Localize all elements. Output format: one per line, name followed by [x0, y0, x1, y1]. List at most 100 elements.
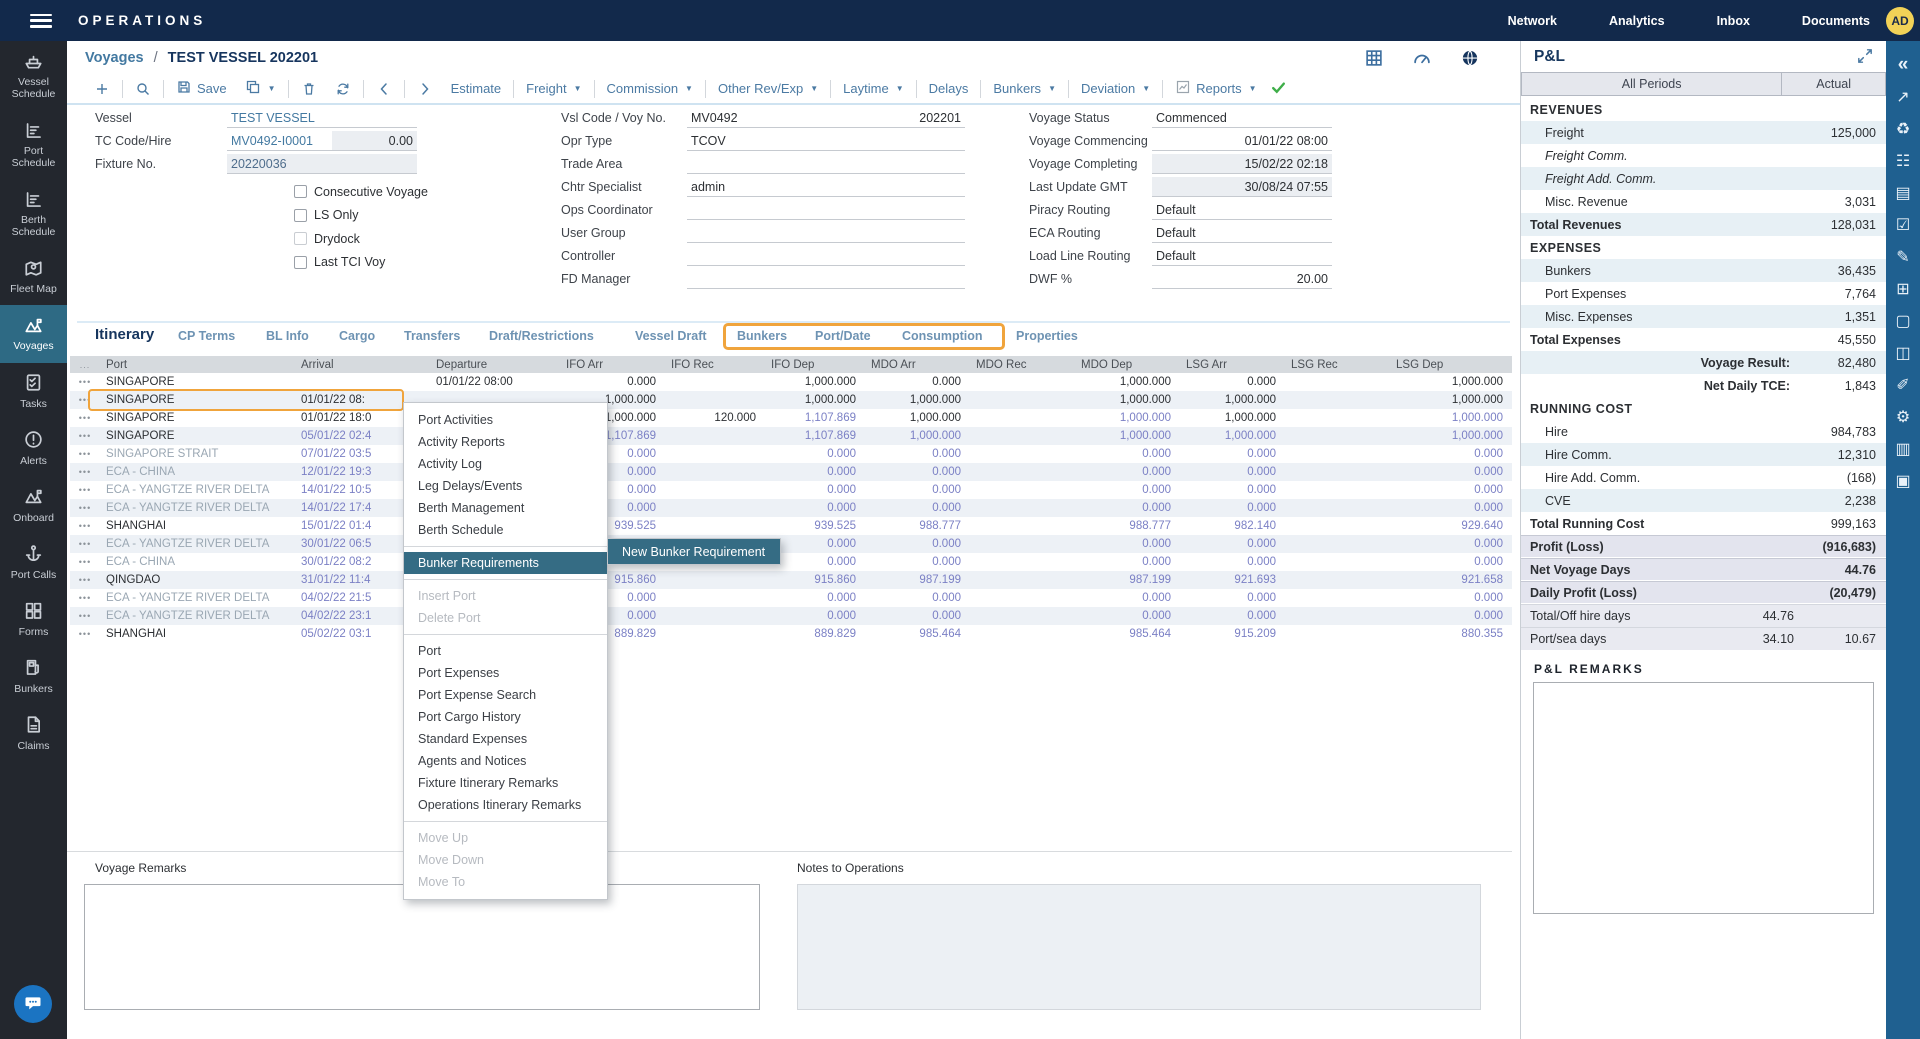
sidebar-item-port-calls[interactable]: Port Calls [0, 534, 67, 591]
globe-icon[interactable] [1460, 48, 1480, 68]
settings-icon[interactable]: ⚙ [1891, 410, 1915, 426]
contact-card-icon[interactable]: ◫ [1891, 346, 1915, 362]
field-input[interactable]: Default [1152, 246, 1242, 266]
column-header-arrival[interactable]: Arrival [295, 359, 430, 371]
column-header-lsg-rec[interactable]: LSG Rec [1285, 359, 1390, 371]
menu-item-agents-and-notices[interactable]: Agents and Notices [404, 750, 607, 772]
itinerary-row[interactable]: •••QINGDAO31/01/22 11:4915.860915.860987… [70, 571, 1512, 589]
column-header-ifo-arr[interactable]: IFO Arr [560, 359, 665, 371]
tab-bl-info[interactable]: BL Info [266, 329, 309, 343]
delays-button[interactable]: Delays [920, 81, 978, 96]
breadcrumb-voyages-link[interactable]: Voyages [85, 50, 144, 66]
field-input[interactable]: MV0492 [687, 108, 826, 128]
apps-grid-icon[interactable]: ⊞ [1891, 282, 1915, 298]
add-button[interactable] [85, 81, 119, 97]
save-button[interactable]: Save [167, 79, 236, 98]
reports-menu-button[interactable]: Reports▼ [1166, 79, 1265, 98]
tab-transfers[interactable]: Transfers [404, 329, 460, 343]
checkbox-ls-only[interactable]: LS Only [294, 204, 428, 228]
row-menu-button[interactable]: ••• [70, 629, 100, 639]
menu-item-port-cargo-history[interactable]: Port Cargo History [404, 706, 607, 728]
tab-consumption[interactable]: Consumption [902, 329, 983, 343]
column-header-row-menu[interactable]: ... [70, 360, 100, 370]
laytime-menu-button[interactable]: Laytime▼ [834, 81, 912, 96]
crane-icon[interactable]: ▣ [1891, 474, 1915, 490]
row-menu-button[interactable]: ••• [70, 377, 100, 387]
freight-menu-button[interactable]: Freight▼ [517, 81, 590, 96]
report-form-icon[interactable]: ▤ [1891, 186, 1915, 202]
field-input[interactable]: TCOV [687, 131, 965, 151]
itinerary-row[interactable]: •••SHANGHAI05/02/22 03:1889.829889.82998… [70, 625, 1512, 643]
menu-item-activity-reports[interactable]: Activity Reports [404, 431, 607, 453]
column-header-departure[interactable]: Departure [430, 359, 560, 371]
itinerary-row[interactable]: •••ECA - YANGTZE RIVER DELTA30/01/22 06:… [70, 535, 1512, 553]
other-rev-exp-menu-button[interactable]: Other Rev/Exp▼ [709, 81, 827, 96]
menu-item-berth-management[interactable]: Berth Management [404, 497, 607, 519]
sidebar-item-berth-schedule[interactable]: Berth Schedule [0, 179, 67, 248]
row-menu-button[interactable]: ••• [70, 593, 100, 603]
column-header-port[interactable]: Port [100, 359, 295, 371]
sidebar-item-forms[interactable]: Forms [0, 591, 67, 648]
tab-bunkers[interactable]: Bunkers [737, 329, 787, 343]
tc-code-field[interactable]: MV0492-I0001 [227, 131, 332, 151]
checkbox-consecutive-voyage[interactable]: Consecutive Voyage [294, 180, 428, 204]
fixture-no-field[interactable]: 20220036 [227, 154, 417, 174]
itinerary-row[interactable]: •••SINGAPORE01/01/22 08:000.0001,000.000… [70, 373, 1512, 391]
document-icon[interactable]: ▢ [1891, 314, 1915, 330]
column-header-mdo-arr[interactable]: MDO Arr [865, 359, 970, 371]
deviation-menu-button[interactable]: Deviation▼ [1072, 81, 1159, 96]
delete-button[interactable] [292, 81, 326, 97]
sidebar-item-onboard[interactable]: Onboard [0, 477, 67, 534]
menu-item-operations-itinerary-remarks[interactable]: Operations Itinerary Remarks [404, 794, 607, 816]
column-header-ifo-rec[interactable]: IFO Rec [665, 359, 765, 371]
notebook-icon[interactable]: ✐ [1891, 378, 1915, 394]
sidebar-item-voyages[interactable]: Voyages [0, 305, 67, 362]
commission-menu-button[interactable]: Commission▼ [598, 81, 702, 96]
itinerary-row[interactable]: •••SHANGHAI15/01/22 01:4939.525939.52598… [70, 517, 1512, 535]
tab-draft-restrictions[interactable]: Draft/Restrictions [489, 329, 594, 343]
prev-button[interactable] [367, 81, 401, 97]
row-menu-button[interactable]: ••• [70, 413, 100, 423]
field-input[interactable]: 01/01/22 08:00 [1152, 131, 1332, 151]
itinerary-row[interactable]: •••SINGAPORE STRAIT07/01/22 03:50.0000.0… [70, 445, 1512, 463]
itinerary-row[interactable]: •••ECA - YANGTZE RIVER DELTA14/01/22 10:… [70, 481, 1512, 499]
field-input[interactable]: 15/02/22 02:18 [1152, 154, 1332, 174]
itinerary-row[interactable]: •••ECA - CHINA30/01/22 08:20.0000.0000.0… [70, 553, 1512, 571]
checkbox-last-tci-voy[interactable]: Last TCI Voy [294, 251, 428, 275]
estimate-button[interactable]: Estimate [442, 81, 511, 96]
field-input[interactable]: Default [1152, 223, 1242, 243]
bunkers-menu-button[interactable]: Bunkers▼ [984, 81, 1065, 96]
signature-icon[interactable]: ✎ [1891, 250, 1915, 266]
field-input[interactable] [687, 154, 965, 174]
row-menu-button[interactable]: ••• [70, 431, 100, 441]
field-input[interactable] [687, 246, 965, 266]
tab-vessel-draft[interactable]: Vessel Draft [635, 329, 707, 343]
menu-item-leg-delays-events[interactable]: Leg Delays/Events [404, 475, 607, 497]
sidebar-item-alerts[interactable]: Alerts [0, 420, 67, 477]
row-menu-button[interactable]: ••• [70, 575, 100, 585]
workflow-icon[interactable]: ☷ [1891, 154, 1915, 170]
pnl-remarks-box[interactable] [1533, 682, 1874, 914]
emissions-icon[interactable]: ♻ [1891, 122, 1915, 138]
row-menu-button[interactable]: ••• [70, 557, 100, 567]
tab-properties[interactable]: Properties [1016, 329, 1078, 343]
menu-item-fixture-itinerary-remarks[interactable]: Fixture Itinerary Remarks [404, 772, 607, 794]
field-input[interactable]: Commenced [1152, 108, 1332, 128]
column-header-lsg-arr[interactable]: LSG Arr [1180, 359, 1285, 371]
sidebar-item-port-schedule[interactable]: Port Schedule [0, 110, 67, 179]
row-menu-button[interactable]: ••• [70, 467, 100, 477]
search-button[interactable] [126, 81, 160, 97]
itinerary-row-selected[interactable]: •••SINGAPORE01/01/22 08:1,000.0001,000.0… [70, 391, 1512, 409]
itinerary-row[interactable]: •••SINGAPORE05/01/22 02:41,107.8691,107.… [70, 427, 1512, 445]
refresh-button[interactable] [326, 81, 360, 97]
pnl-expand-icon[interactable] [1856, 47, 1874, 65]
menu-item-bunker-requirements[interactable]: Bunker Requirements [404, 552, 607, 574]
topnav-item-inbox[interactable]: Inbox [1717, 14, 1750, 28]
notes-to-operations-box[interactable] [797, 884, 1481, 1010]
field-input[interactable] [687, 269, 965, 289]
task-list-icon[interactable]: ☑ [1891, 218, 1915, 234]
container-icon[interactable]: ▥ [1891, 442, 1915, 458]
itinerary-row[interactable]: •••ECA - YANGTZE RIVER DELTA14/01/22 17:… [70, 499, 1512, 517]
row-menu-button[interactable]: ••• [70, 503, 100, 513]
next-button[interactable] [408, 81, 442, 97]
